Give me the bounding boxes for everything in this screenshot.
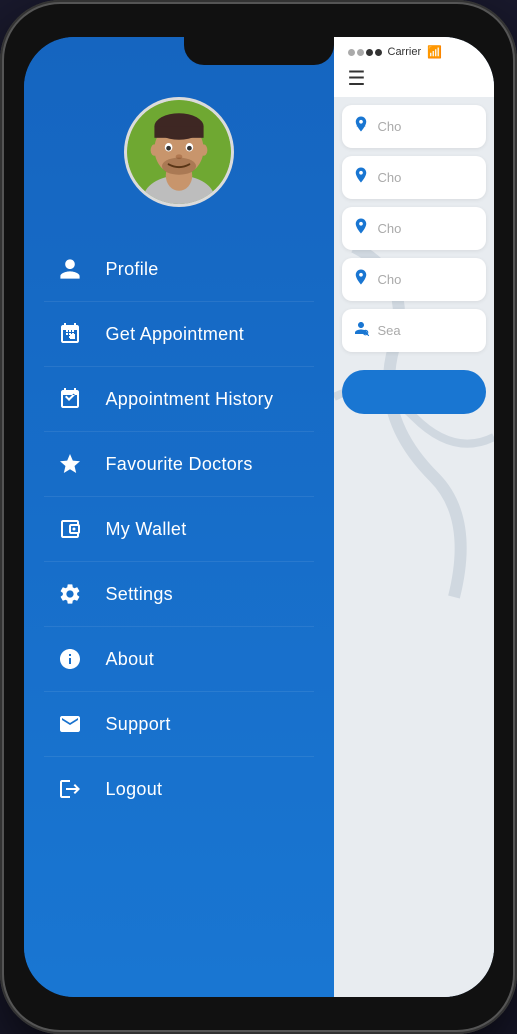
main-content-area: Carrier 📶 ☰ xyxy=(334,37,494,997)
status-bar: Carrier 📶 xyxy=(334,37,494,63)
menu-label-get-appointment: Get Appointment xyxy=(106,324,245,345)
calendar-plus-icon xyxy=(54,318,86,350)
menu-label-settings: Settings xyxy=(106,584,173,605)
signal-area: Carrier 📶 xyxy=(348,45,443,59)
search-person-icon xyxy=(352,319,370,342)
wallet-icon xyxy=(54,513,86,545)
menu-item-appointment-history[interactable]: Appointment History xyxy=(44,367,314,432)
option-row-search[interactable]: Sea xyxy=(342,309,486,352)
menu-label-appointment-history: Appointment History xyxy=(106,389,274,410)
menu-label-logout: Logout xyxy=(106,779,163,800)
option-label-search: Sea xyxy=(378,323,401,338)
menu-item-logout[interactable]: Logout xyxy=(44,757,314,821)
screen: Profile Get Appointment xyxy=(24,37,494,997)
option-icon-3 xyxy=(352,217,370,240)
hamburger-icon: ☰ xyxy=(348,68,366,90)
navigation-drawer: Profile Get Appointment xyxy=(24,37,334,997)
signal-dot-3 xyxy=(366,49,373,56)
option-icon-4 xyxy=(352,268,370,291)
calendar-check-icon xyxy=(54,383,86,415)
logout-icon xyxy=(54,773,86,805)
signal-dot-4 xyxy=(375,49,382,56)
menu-item-get-appointment[interactable]: Get Appointment xyxy=(44,302,314,367)
signal-dot-1 xyxy=(348,49,355,56)
option-icon-1 xyxy=(352,115,370,138)
option-icon-2 xyxy=(352,166,370,189)
menu-label-about: About xyxy=(106,649,155,670)
notch xyxy=(184,37,334,65)
menu-item-about[interactable]: About xyxy=(44,627,314,692)
option-row-1[interactable]: Cho xyxy=(342,105,486,148)
menu-label-my-wallet: My Wallet xyxy=(106,519,187,540)
menu-list: Profile Get Appointment xyxy=(24,237,334,821)
menu-item-settings[interactable]: Settings xyxy=(44,562,314,627)
star-icon xyxy=(54,448,86,480)
person-icon xyxy=(54,253,86,285)
carrier-label: Carrier xyxy=(388,46,422,58)
menu-item-profile[interactable]: Profile xyxy=(44,237,314,302)
action-button[interactable] xyxy=(342,370,486,414)
option-label-1: Cho xyxy=(378,119,402,134)
envelope-icon xyxy=(54,708,86,740)
menu-item-favourite-doctors[interactable]: Favourite Doctors xyxy=(44,432,314,497)
avatar xyxy=(124,97,234,207)
menu-item-my-wallet[interactable]: My Wallet xyxy=(44,497,314,562)
option-row-3[interactable]: Cho xyxy=(342,207,486,250)
option-label-3: Cho xyxy=(378,221,402,236)
signal-dot-2 xyxy=(357,49,364,56)
wifi-icon: 📶 xyxy=(427,45,442,59)
option-label-4: Cho xyxy=(378,272,402,287)
avatar-container xyxy=(24,97,334,207)
menu-item-support[interactable]: Support xyxy=(44,692,314,757)
option-label-2: Cho xyxy=(378,170,402,185)
option-row-2[interactable]: Cho xyxy=(342,156,486,199)
option-row-4[interactable]: Cho xyxy=(342,258,486,301)
info-icon xyxy=(54,643,86,675)
menu-label-profile: Profile xyxy=(106,259,159,280)
gear-icon xyxy=(54,578,86,610)
map-background: Cho Cho xyxy=(334,97,494,997)
phone-frame: Profile Get Appointment xyxy=(0,0,517,1034)
menu-label-favourite-doctors: Favourite Doctors xyxy=(106,454,253,475)
hamburger-button[interactable]: ☰ xyxy=(334,63,494,99)
menu-label-support: Support xyxy=(106,714,171,735)
phone-screen: Profile Get Appointment xyxy=(24,37,494,997)
